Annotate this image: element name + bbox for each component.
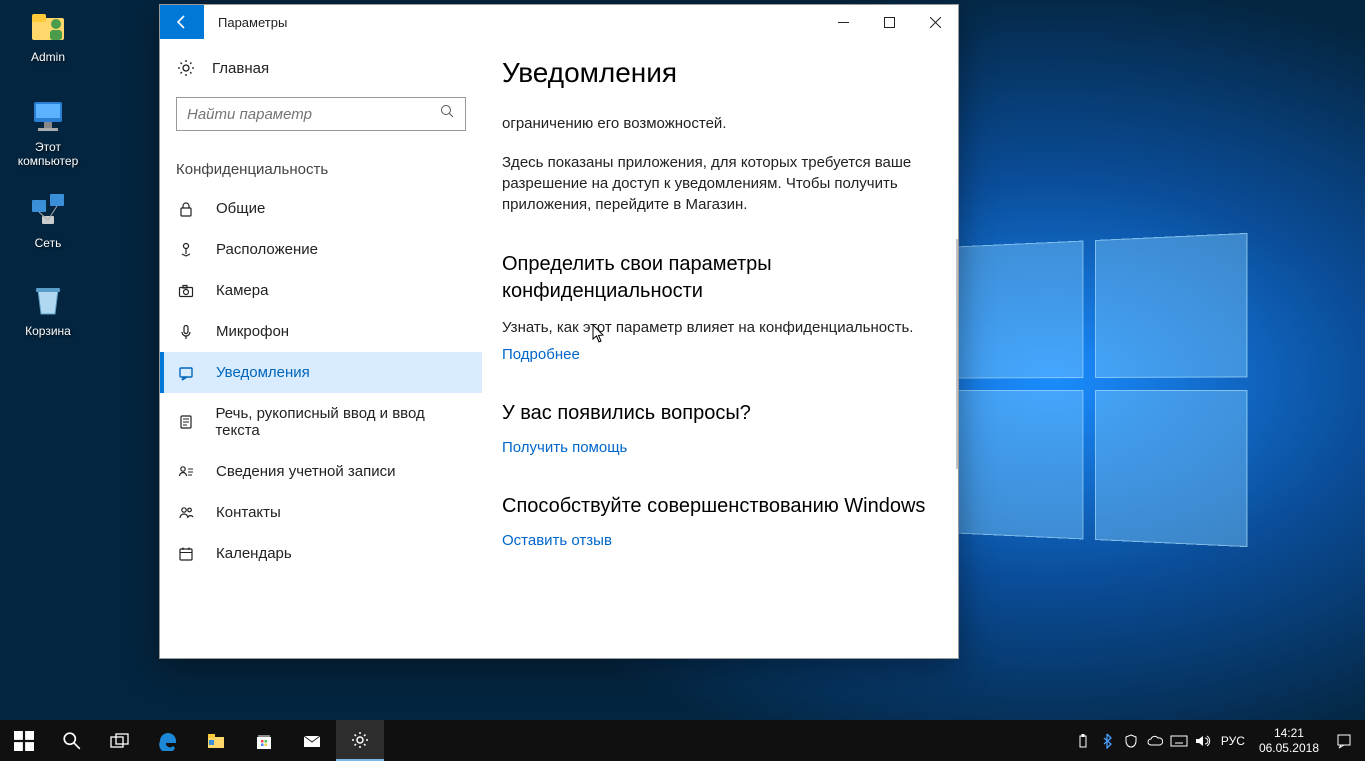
sidebar-item-label: Уведомления [216, 364, 310, 381]
sidebar-home[interactable]: Главная [160, 49, 482, 87]
account-icon [176, 464, 196, 480]
tray-volume-icon[interactable] [1191, 720, 1215, 761]
taskbar-store-button[interactable] [240, 720, 288, 761]
sidebar-item-location[interactable]: Расположение [160, 229, 482, 270]
sidebar-item-speech[interactable]: Речь, рукописный ввод и ввод текста [160, 393, 482, 451]
desktop-icon-network[interactable]: Сеть [10, 192, 86, 250]
sidebar-item-microphone[interactable]: Микрофон [160, 311, 482, 352]
lock-icon [176, 201, 196, 217]
taskbar-explorer-button[interactable] [192, 720, 240, 761]
sidebar-item-camera[interactable]: Камера [160, 270, 482, 311]
sidebar-item-general[interactable]: Общие [160, 188, 482, 229]
gear-icon [176, 59, 196, 77]
settings-content: Уведомления ограничению его возможностей… [482, 39, 958, 658]
feedback-link[interactable]: Оставить отзыв [502, 532, 612, 549]
desktop: Admin Этот компьютер Сеть Корзина Параме… [0, 0, 1365, 761]
settings-sidebar: Главная Конфиденциальность Общие Располо… [160, 39, 482, 658]
search-box[interactable] [176, 97, 466, 131]
user-folder-icon [28, 6, 68, 46]
maximize-button[interactable] [866, 5, 912, 39]
tray-bluetooth-icon[interactable] [1095, 720, 1119, 761]
sidebar-item-label: Общие [216, 200, 265, 217]
tray-defender-icon[interactable] [1119, 720, 1143, 761]
camera-icon [176, 283, 196, 299]
contacts-icon [176, 505, 196, 521]
microphone-icon [176, 324, 196, 340]
content-description: Узнать, как этот параметр влияет на конф… [502, 317, 938, 338]
location-icon [176, 242, 196, 258]
tray-date: 06.05.2018 [1259, 741, 1319, 755]
search-icon [440, 104, 455, 124]
sidebar-home-label: Главная [212, 60, 269, 77]
windows-logo-wallpaper [956, 233, 1248, 547]
sidebar-section-label: Конфиденциальность [160, 145, 482, 188]
search-input[interactable] [187, 106, 440, 123]
settings-window: Параметры Главная Конфиденциальность [159, 4, 959, 659]
sidebar-item-notifications[interactable]: Уведомления [160, 352, 482, 393]
tray-usb-icon[interactable] [1071, 720, 1095, 761]
tray-time: 14:21 [1259, 726, 1319, 740]
system-tray: РУС 14:21 06.05.2018 [1067, 720, 1365, 761]
content-subheading: Способствуйте совершенствованию Windows [502, 493, 938, 520]
minimize-button[interactable] [820, 5, 866, 39]
back-button[interactable] [160, 5, 204, 39]
desktop-icon-label: Сеть [10, 236, 86, 250]
recycle-bin-icon [28, 280, 68, 320]
computer-icon [28, 96, 68, 136]
sidebar-item-label: Камера [216, 282, 268, 299]
tray-language[interactable]: РУС [1215, 734, 1251, 748]
content-subheading: Определить свои параметры конфиденциальн… [502, 251, 938, 305]
sidebar-item-label: Расположение [216, 241, 318, 258]
sidebar-item-label: Контакты [216, 504, 281, 521]
desktop-icon-recycle-bin[interactable]: Корзина [10, 280, 86, 338]
taskbar-search-button[interactable] [48, 720, 96, 761]
tray-keyboard-icon[interactable] [1167, 720, 1191, 761]
sidebar-item-label: Речь, рукописный ввод и ввод текста [215, 405, 466, 439]
sidebar-item-label: Сведения учетной записи [216, 463, 396, 480]
desktop-icon-admin[interactable]: Admin [10, 6, 86, 64]
page-heading: Уведомления [502, 57, 938, 89]
tray-clock[interactable]: 14:21 06.05.2018 [1251, 726, 1327, 755]
content-text: Здесь показаны приложения, для которых т… [502, 152, 938, 215]
clipboard-icon [176, 414, 195, 430]
sidebar-item-calendar[interactable]: Календарь [160, 533, 482, 574]
taskbar-mail-button[interactable] [288, 720, 336, 761]
taskbar: РУС 14:21 06.05.2018 [0, 720, 1365, 761]
calendar-icon [176, 546, 196, 562]
tray-onedrive-icon[interactable] [1143, 720, 1167, 761]
desktop-icon-label: Admin [10, 50, 86, 64]
start-button[interactable] [0, 720, 48, 761]
titlebar[interactable]: Параметры [160, 5, 958, 39]
content-text: ограничению его возможностей. [502, 113, 938, 134]
sidebar-item-account-info[interactable]: Сведения учетной записи [160, 451, 482, 492]
desktop-icon-label: Этот компьютер [10, 140, 86, 168]
notification-icon [176, 365, 196, 381]
desktop-icon-label: Корзина [10, 324, 86, 338]
learn-more-link[interactable]: Подробнее [502, 346, 580, 363]
close-button[interactable] [912, 5, 958, 39]
desktop-icon-this-pc[interactable]: Этот компьютер [10, 96, 86, 168]
task-view-button[interactable] [96, 720, 144, 761]
sidebar-item-label: Микрофон [216, 323, 289, 340]
taskbar-edge-button[interactable] [144, 720, 192, 761]
window-title: Параметры [218, 15, 287, 30]
get-help-link[interactable]: Получить помощь [502, 439, 627, 456]
sidebar-item-label: Календарь [216, 545, 292, 562]
network-icon [28, 192, 68, 232]
tray-action-center[interactable] [1327, 720, 1361, 761]
sidebar-item-contacts[interactable]: Контакты [160, 492, 482, 533]
content-subheading: У вас появились вопросы? [502, 400, 938, 427]
scrollbar-thumb[interactable] [956, 239, 958, 469]
taskbar-settings-button[interactable] [336, 720, 384, 761]
